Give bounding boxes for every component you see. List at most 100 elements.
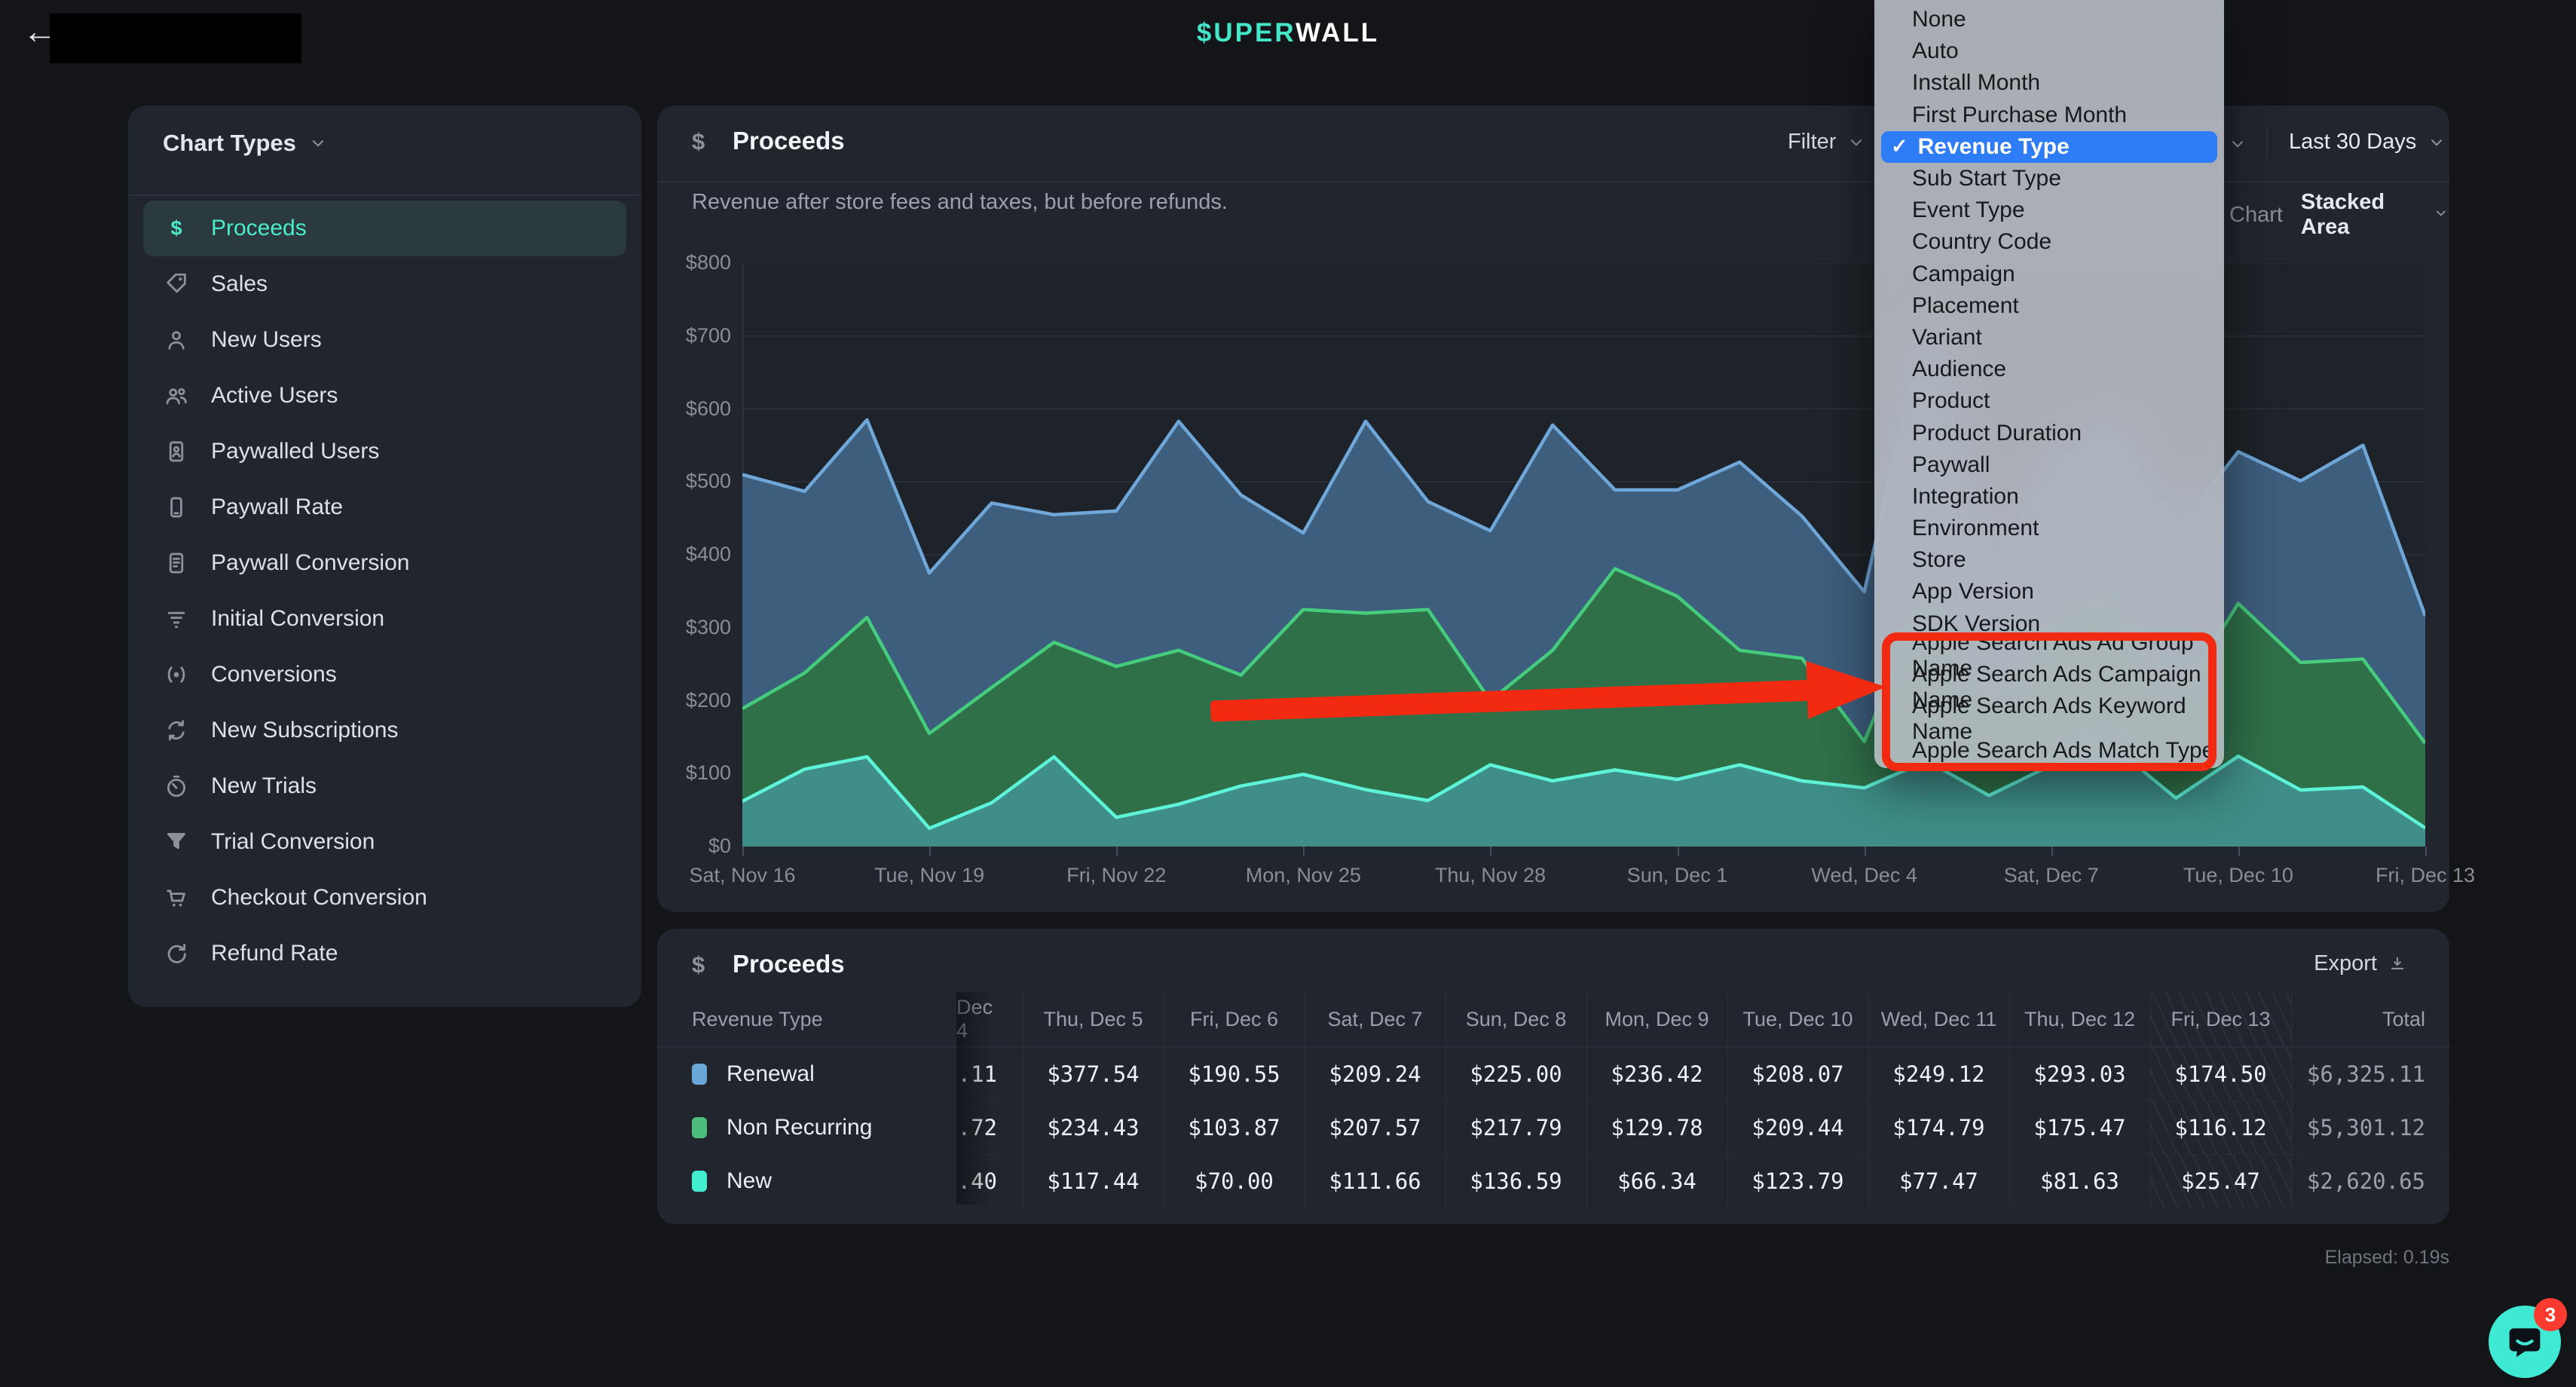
chat-launcher-button[interactable]: 3 [2489,1306,2561,1378]
table-cell: $236.42 [1586,1047,1727,1101]
menu-item-variant[interactable]: Variant [1874,322,2224,354]
sidebar-item-label: Proceeds [211,216,307,241]
export-button[interactable]: Export [2314,951,2407,976]
menu-item-label: Placement [1912,293,2019,319]
menu-item-auto[interactable]: Auto [1874,35,2224,67]
menu-item-integration[interactable]: Integration [1874,481,2224,513]
arrows-cycle-icon [163,717,190,744]
table-cell: $225.00 [1446,1047,1586,1101]
chevron-down-icon [2427,133,2446,152]
menu-item-first-purchase-month[interactable]: First Purchase Month [1874,100,2224,131]
menu-item-product-duration[interactable]: Product Duration [1874,417,2224,449]
sidebar-header[interactable]: Chart Types [128,106,641,196]
table-cell: $136.59 [1446,1154,1586,1208]
table-cell: $234.43 [1023,1101,1164,1154]
row-label: Renewal [727,1061,815,1087]
sidebar-item-label: Refund Rate [211,941,338,966]
table-cell: $217.79 [1446,1101,1586,1154]
menu-item-audience[interactable]: Audience [1874,354,2224,385]
x-axis-tick [1303,847,1305,856]
menu-item-environment[interactable]: Environment [1874,513,2224,544]
menu-item-install-month[interactable]: Install Month [1874,67,2224,99]
date-range-button[interactable]: Last 30 Days [2289,130,2446,155]
chart-panel-title: Proceeds [733,127,845,155]
table-cell: 3.72 [956,1101,1023,1154]
sidebar-item-conversions[interactable]: Conversions [143,647,626,703]
column-header-dec-4: Dec 4 [956,992,1023,1047]
sidebar-item-paywall-conversion[interactable]: Paywall Conversion [143,535,626,591]
table-cell: $208.07 [1727,1047,1868,1101]
sidebar-item-trial-conversion[interactable]: Trial Conversion [143,814,626,870]
column-header-thu-dec-12: Thu, Dec 12 [2009,992,2150,1047]
menu-item-label: Variant [1912,325,1982,351]
x-axis-tick [2051,847,2053,856]
menu-item-label: Integration [1912,484,2019,510]
sidebar-item-label: Paywalled Users [211,439,379,464]
sidebar-item-initial-conversion[interactable]: Initial Conversion [143,591,626,647]
notification-badge: 3 [2534,1298,2567,1331]
elapsed-time: Elapsed: 0.19s [0,1247,2449,1269]
filter-button[interactable]: Filter [1788,130,1866,155]
series-color-chip [692,1117,707,1138]
funnel-icon [163,828,190,856]
x-axis-tick-label: Sun, Dec 1 [1627,864,1728,887]
logo-accent: $UPER [1197,18,1296,47]
x-axis-tick-label: Sat, Dec 7 [2004,864,2099,887]
menu-item-country-code[interactable]: Country Code [1874,226,2224,258]
sidebar-item-refund-rate[interactable]: Refund Rate [143,926,626,981]
menu-item-paywall[interactable]: Paywall [1874,449,2224,481]
table-cell: $103.87 [1164,1101,1305,1154]
menu-item-none[interactable]: None [1874,4,2224,35]
y-axis-tick-label: $100 [657,761,731,785]
sidebar-item-active-users[interactable]: Active Users [143,368,626,424]
chevron-down-icon [2433,205,2449,225]
phone-icon [163,494,190,521]
x-axis-tick-label: Mon, Nov 25 [1246,864,1361,887]
x-axis-tick [1678,847,1679,856]
menu-item-revenue-type[interactable]: ✓Revenue Type [1881,131,2217,163]
group-by-chevron-down-icon[interactable] [2228,134,2247,154]
menu-item-store[interactable]: Store [1874,544,2224,576]
table-cell: 0.40 [956,1154,1023,1208]
menu-item-campaign[interactable]: Campaign [1874,259,2224,290]
table-cell: $77.47 [1868,1154,2009,1208]
column-header-fri-dec-6: Fri, Dec 6 [1164,992,1305,1047]
column-header-sun-dec-8: Sun, Dec 8 [1446,992,1586,1047]
doc-lines-icon [163,550,190,577]
sidebar-item-new-trials[interactable]: New Trials [143,758,626,814]
sidebar-item-sales[interactable]: Sales [143,256,626,312]
sidebar-item-paywalled-users[interactable]: Paywalled Users [143,424,626,479]
dollar-icon: $ [163,215,190,242]
row-label: New [727,1168,772,1194]
menu-item-app-version[interactable]: App Version [1874,576,2224,608]
chart-type-select[interactable]: Chart Stacked Area [2229,190,2449,240]
menu-item-sub-start-type[interactable]: Sub Start Type [1874,163,2224,194]
table-cell: $25.47 [2150,1154,2291,1208]
x-axis-tick-label: Fri, Nov 22 [1066,864,1166,887]
sidebar-item-checkout-conversion[interactable]: Checkout Conversion [143,870,626,926]
sidebar-item-new-subscriptions[interactable]: New Subscriptions [143,703,626,758]
x-axis-tick-label: Wed, Dec 4 [1811,864,1917,887]
sidebar-item-paywall-rate[interactable]: Paywall Rate [143,479,626,535]
menu-item-placement[interactable]: Placement [1874,290,2224,322]
column-header-fri-dec-13: Fri, Dec 13 [2150,992,2291,1047]
column-header-total: Total [2291,992,2449,1047]
x-axis-tick [1865,847,1866,856]
menu-item-event-type[interactable]: Event Type [1874,194,2224,226]
y-axis-tick-label: $200 [657,689,731,712]
y-axis-tick-label: $400 [657,543,731,566]
table-cell: 5.11 [956,1047,1023,1101]
chart-types-sidebar: Chart Types $ Proceeds SalesNew UsersActiv… [128,106,641,1007]
menu-item-label: Paywall [1912,452,1990,478]
sidebar-item-new-users[interactable]: New Users [143,312,626,368]
menu-item-label: Product Duration [1912,421,2082,446]
chart-type-label: Chart [2229,203,2283,228]
menu-item-product[interactable]: Product [1874,385,2224,417]
column-header-sat-dec-7: Sat, Dec 7 [1305,992,1446,1047]
table-row-label-non-recurring: Non Recurring [657,1101,956,1154]
menu-item-label: App Version [1912,579,2034,605]
sidebar-item-proceeds[interactable]: $ Proceeds [143,201,626,256]
y-axis-tick-label: $700 [657,324,731,348]
card-person-icon [163,438,190,465]
column-header-revenue-type: Revenue Type [657,992,956,1047]
